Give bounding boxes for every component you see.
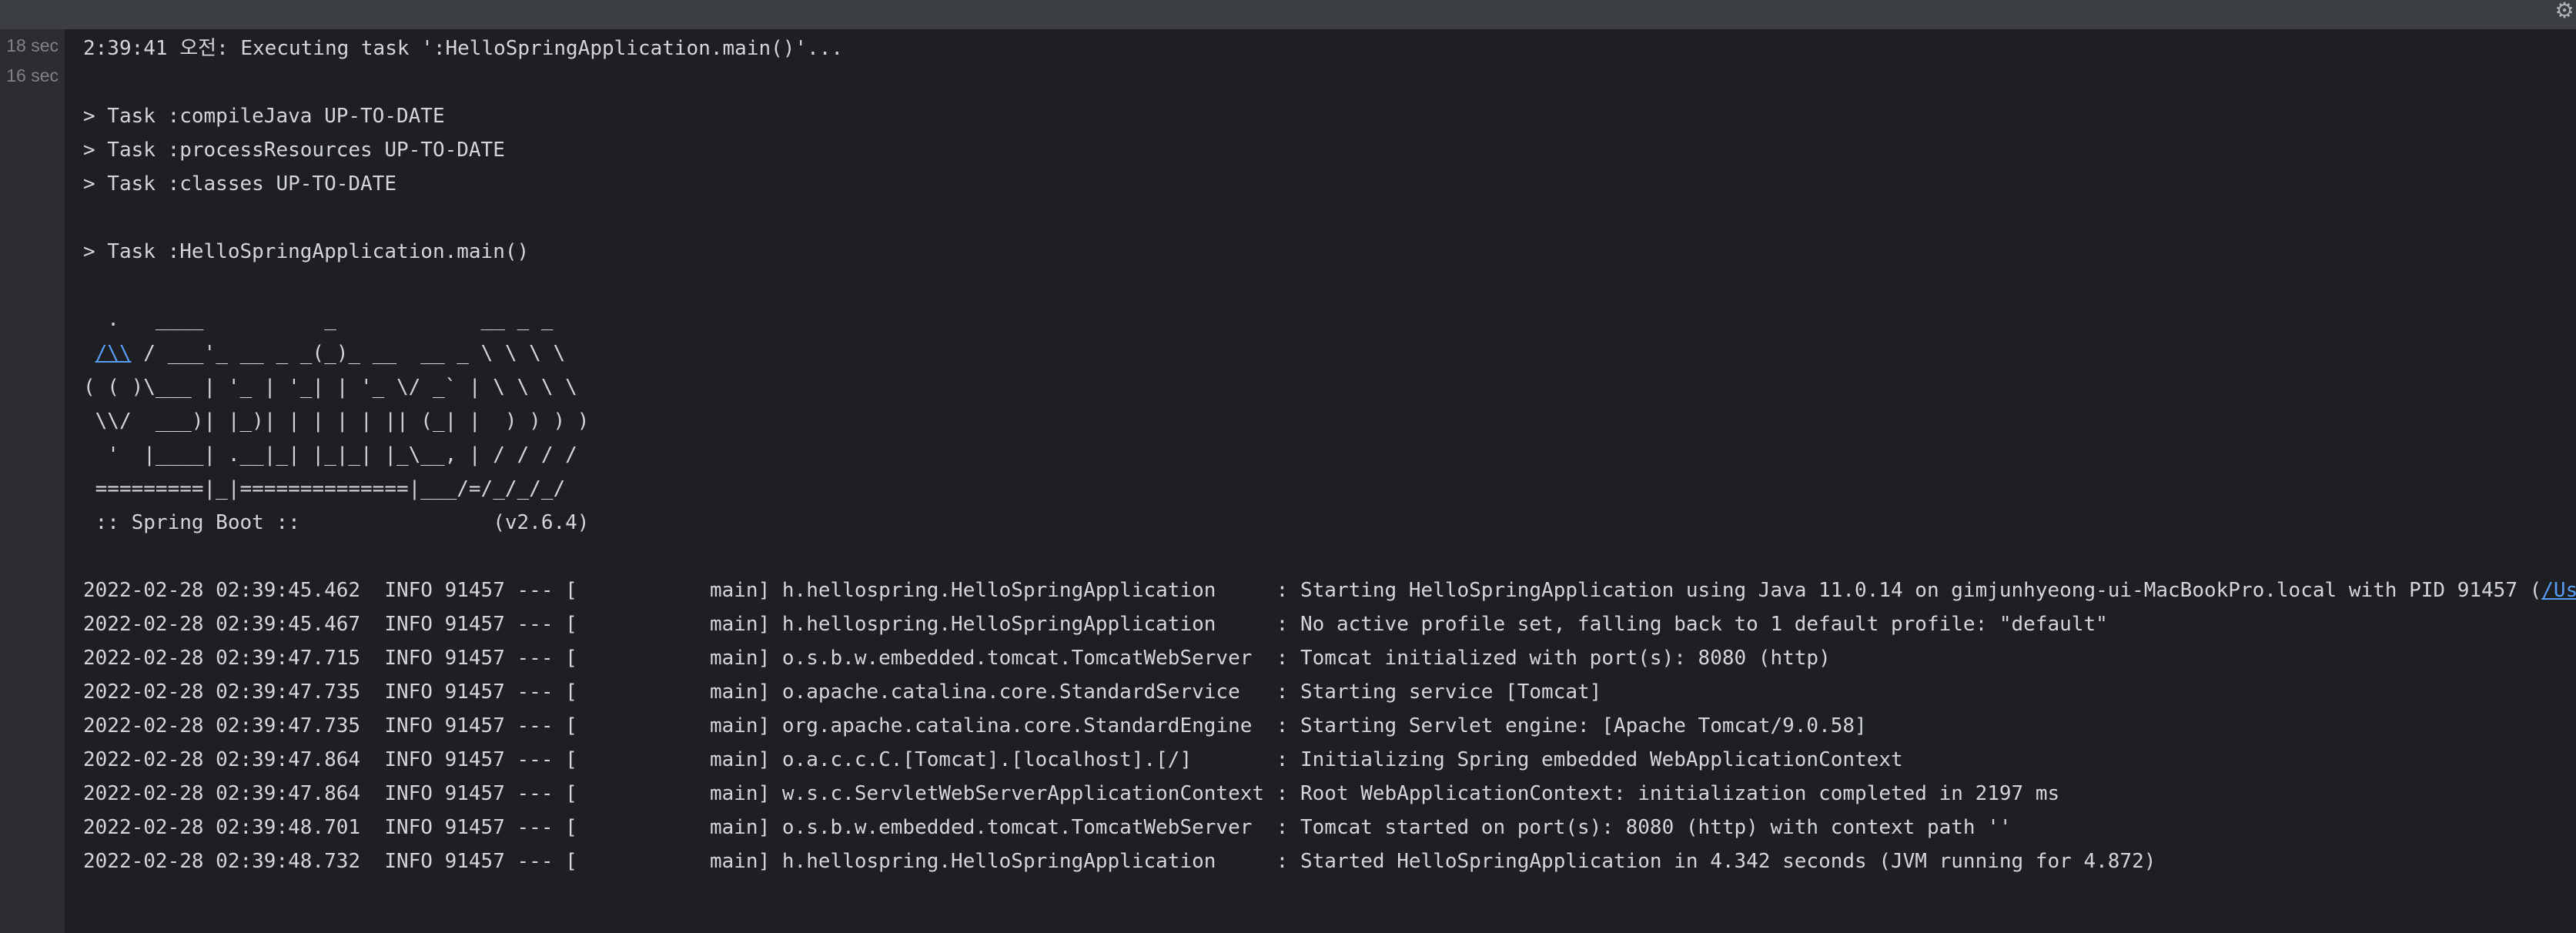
console-line: > Task :classes UP-TO-DATE bbox=[83, 172, 396, 196]
gear-icon[interactable]: ⚙ bbox=[2553, 0, 2576, 23]
run-tree-gutter: 18 sec 16 sec bbox=[0, 29, 65, 933]
spring-banner-line: . ____ _ __ _ _ bbox=[83, 308, 554, 331]
console-line: > Task :compileJava UP-TO-DATE bbox=[83, 105, 445, 128]
log-path-link[interactable]: /Us bbox=[2541, 579, 2576, 602]
log-line: 2022-02-28 02:39:47.864 INFO 91457 --- [… bbox=[83, 782, 2060, 805]
task-duration-label[interactable]: 16 sec bbox=[0, 65, 59, 86]
spring-banner-line: /\\ / ___'_ __ _ _(_)_ __ __ _ \ \ \ \ bbox=[95, 342, 566, 365]
console-line: 2:39:41 오전: Executing task ':HelloSpring… bbox=[83, 37, 844, 60]
task-duration-label[interactable]: 18 sec bbox=[0, 35, 59, 56]
log-line: 2022-02-28 02:39:48.732 INFO 91457 --- [… bbox=[83, 850, 2156, 873]
log-line: 2022-02-28 02:39:47.735 INFO 91457 --- [… bbox=[83, 681, 1602, 704]
log-line: 2022-02-28 02:39:47.864 INFO 91457 --- [… bbox=[83, 748, 1903, 771]
console-line: > Task :processResources UP-TO-DATE bbox=[83, 139, 505, 162]
run-tool-window: ⚙ 18 sec 16 sec 2:39:41 오전: Executing ta… bbox=[0, 0, 2576, 933]
run-toolbar: ⚙ bbox=[0, 0, 2576, 29]
log-line: 2022-02-28 02:39:45.462 INFO 91457 --- [… bbox=[83, 574, 2576, 607]
log-line: 2022-02-28 02:39:47.735 INFO 91457 --- [… bbox=[83, 714, 1867, 737]
spring-banner-line: ( ( )\___ | '_ | '_| | '_ \/ _` | \ \ \ … bbox=[83, 376, 577, 399]
log-line: 2022-02-28 02:39:48.701 INFO 91457 --- [… bbox=[83, 816, 2012, 839]
spring-banner-line: =========|_|==============|___/=/_/_/_/ bbox=[83, 477, 566, 500]
log-line: 2022-02-28 02:39:47.715 INFO 91457 --- [… bbox=[83, 647, 1831, 670]
spring-banner-line: \\/ ___)| |_)| | | | | || (_| | ) ) ) ) bbox=[83, 410, 590, 433]
spring-banner-line: ' |____| .__|_| |_|_| |_\__, | / / / / bbox=[83, 443, 577, 466]
spring-banner-version: :: Spring Boot :: (v2.6.4) bbox=[83, 511, 590, 534]
console-link[interactable]: /\\ bbox=[95, 342, 132, 365]
console-line: > Task :HelloSpringApplication.main() bbox=[83, 240, 530, 263]
console-output[interactable]: 2:39:41 오전: Executing task ':HelloSpring… bbox=[65, 29, 2576, 933]
log-line: 2022-02-28 02:39:45.467 INFO 91457 --- [… bbox=[83, 613, 2108, 636]
